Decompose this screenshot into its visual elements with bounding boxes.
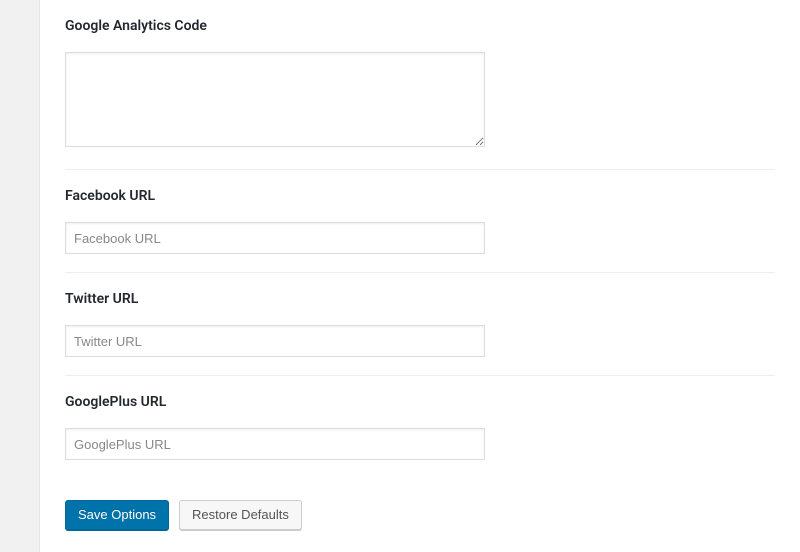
twitter-url-input[interactable] [65,325,485,357]
googleplus-url-input[interactable] [65,428,485,460]
section-googleplus-url: GooglePlus URL [65,376,775,478]
label-twitter-url: Twitter URL [65,291,775,307]
google-analytics-textarea[interactable] [65,52,485,147]
label-google-analytics: Google Analytics Code [65,18,775,34]
restore-defaults-button[interactable]: Restore Defaults [179,500,302,530]
save-options-button[interactable]: Save Options [65,500,169,530]
facebook-url-input[interactable] [65,222,485,254]
content-area: Google Analytics Code Facebook URL Twitt… [40,0,800,552]
page-wrapper: Google Analytics Code Facebook URL Twitt… [0,0,800,552]
section-facebook-url: Facebook URL [65,170,775,273]
left-sidebar [0,0,40,552]
label-googleplus-url: GooglePlus URL [65,394,775,410]
section-twitter-url: Twitter URL [65,273,775,376]
section-google-analytics: Google Analytics Code [65,0,775,170]
button-row: Save Options Restore Defaults [65,500,775,530]
label-facebook-url: Facebook URL [65,188,775,204]
